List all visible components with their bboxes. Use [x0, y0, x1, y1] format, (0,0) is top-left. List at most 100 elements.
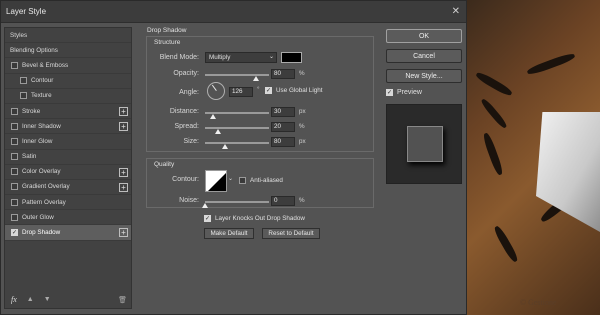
- contour-picker[interactable]: [205, 170, 227, 192]
- size-unit: px: [299, 138, 306, 145]
- style-item-drop-shadow[interactable]: ✓ Drop Shadow +: [5, 225, 131, 241]
- noise-label: Noise:: [179, 197, 199, 204]
- new-style-button[interactable]: New Style...: [386, 69, 462, 83]
- size-label: Size:: [183, 138, 199, 145]
- opacity-slider-thumb[interactable]: [253, 76, 260, 81]
- noise-slider-thumb[interactable]: [202, 203, 208, 208]
- style-item-gradient-overlay[interactable]: Gradient Overlay +: [5, 180, 131, 196]
- distance-slider-thumb[interactable]: [209, 114, 216, 119]
- style-item-color-overlay[interactable]: Color Overlay +: [5, 165, 131, 180]
- tiger-stripe: [526, 51, 576, 77]
- move-up-icon[interactable]: ▲: [27, 296, 34, 303]
- style-item-inner-glow[interactable]: Inner Glow: [5, 134, 131, 150]
- checkbox-unchecked-icon[interactable]: [11, 198, 18, 206]
- style-item-label: Drop Shadow: [22, 229, 61, 237]
- knockout-checkbox[interactable]: ✓ Layer Knocks Out Drop Shadow: [204, 215, 305, 222]
- shadow-color-swatch[interactable]: [281, 52, 302, 63]
- add-icon[interactable]: +: [119, 122, 128, 132]
- checkbox-unchecked-icon[interactable]: [11, 168, 18, 176]
- contour-label: Contour:: [172, 176, 199, 183]
- spread-slider-thumb[interactable]: [214, 129, 221, 134]
- add-icon[interactable]: +: [119, 167, 128, 177]
- opacity-input[interactable]: 80: [271, 69, 295, 79]
- noise-slider[interactable]: [205, 201, 269, 203]
- style-item-satin[interactable]: Satin: [5, 150, 131, 165]
- drop-shadow-settings: Drop Shadow Structure Blend Mode: Multip…: [146, 27, 374, 239]
- add-icon[interactable]: +: [119, 228, 128, 238]
- style-item-stroke[interactable]: Stroke +: [5, 104, 131, 120]
- chevron-down-icon: ⌄: [268, 54, 274, 60]
- style-item-contour[interactable]: Contour: [5, 74, 131, 89]
- style-item-blending-options[interactable]: Blending Options: [5, 43, 131, 59]
- noise-unit: %: [299, 197, 305, 204]
- canvas-background-photo: [466, 0, 600, 315]
- opacity-unit: %: [299, 70, 305, 77]
- styles-list-panel: Styles Blending Options Bevel & Emboss Cont…: [4, 27, 132, 309]
- angle-label: Angle:: [179, 89, 199, 96]
- angle-dial[interactable]: [207, 82, 225, 100]
- ok-button[interactable]: OK: [386, 29, 462, 43]
- knockout-label: Layer Knocks Out Drop Shadow: [215, 215, 305, 222]
- close-icon[interactable]: ✕: [452, 6, 460, 17]
- spread-label: Spread:: [174, 123, 199, 130]
- checkbox-unchecked-icon[interactable]: [11, 122, 18, 130]
- preview-label: Preview: [397, 89, 422, 96]
- preview-checkbox[interactable]: ✓ Preview: [386, 89, 462, 96]
- style-item-texture[interactable]: Texture: [5, 89, 131, 104]
- reset-to-default-button[interactable]: Reset to Default: [262, 228, 320, 239]
- size-slider[interactable]: [205, 142, 269, 144]
- style-item-label: Inner Shadow: [22, 122, 61, 130]
- watermark: © Gestione: [520, 298, 557, 307]
- angle-input[interactable]: 126: [229, 87, 253, 97]
- quality-group: Quality Contour: ⌄ Anti-aliased Noise: 0…: [146, 158, 374, 208]
- structure-title: Structure: [154, 39, 181, 46]
- checkbox-unchecked-icon[interactable]: [20, 77, 27, 85]
- cancel-button[interactable]: Cancel: [386, 49, 462, 63]
- checkbox-unchecked-icon[interactable]: [11, 153, 18, 161]
- chevron-down-icon[interactable]: ⌄: [228, 175, 233, 182]
- move-down-icon[interactable]: ▼: [44, 296, 51, 303]
- window-title: Layer Style: [6, 7, 47, 16]
- add-icon[interactable]: +: [119, 106, 128, 116]
- contour-curve-icon: [208, 173, 226, 191]
- style-item-label: Blending Options: [10, 46, 58, 54]
- anti-aliased-checkbox[interactable]: Anti-aliased: [239, 177, 283, 184]
- style-item-label: Texture: [31, 92, 52, 100]
- style-item-styles[interactable]: Styles: [5, 28, 131, 44]
- tiger-stripe: [492, 224, 520, 264]
- make-default-button[interactable]: Make Default: [204, 228, 254, 239]
- structure-group: Structure Blend Mode: Multiply ⌄ Opacity…: [146, 36, 374, 152]
- distance-input[interactable]: 30: [271, 107, 295, 117]
- blend-mode-select[interactable]: Multiply ⌄: [205, 52, 277, 63]
- spread-input[interactable]: 20: [271, 122, 295, 132]
- style-item-bevel-emboss[interactable]: Bevel & Emboss: [5, 58, 131, 74]
- size-input[interactable]: 80: [271, 137, 295, 147]
- style-item-pattern-overlay[interactable]: Pattern Overlay: [5, 195, 131, 211]
- style-item-label: Contour: [31, 77, 54, 85]
- trash-icon[interactable]: 🗑: [118, 296, 127, 304]
- size-slider-thumb[interactable]: [222, 144, 229, 149]
- checkbox-unchecked-icon[interactable]: [20, 92, 27, 100]
- checkbox-unchecked-icon[interactable]: [11, 213, 18, 221]
- checkbox-unchecked-icon[interactable]: [11, 107, 18, 115]
- checkbox-unchecked-icon[interactable]: [11, 61, 18, 69]
- use-global-light-checkbox[interactable]: ✓ Use Global Light: [265, 87, 323, 94]
- blend-mode-value: Multiply: [209, 54, 231, 61]
- add-icon[interactable]: +: [119, 182, 128, 192]
- styles-footer: fx ▲ ▼ 🗑: [11, 295, 127, 304]
- style-item-label: Stroke: [22, 107, 41, 115]
- angle-unit: °: [257, 86, 260, 93]
- style-item-inner-shadow[interactable]: Inner Shadow +: [5, 119, 131, 135]
- checkbox-unchecked-icon[interactable]: [11, 137, 18, 145]
- checkbox-checked-icon[interactable]: ✓: [11, 229, 18, 237]
- anti-aliased-label: Anti-aliased: [250, 177, 283, 184]
- noise-input[interactable]: 0: [271, 196, 295, 206]
- distance-unit: px: [299, 108, 306, 115]
- opacity-slider[interactable]: [205, 74, 269, 76]
- tiger-stripe: [481, 131, 505, 177]
- checkbox-unchecked-icon[interactable]: [11, 183, 18, 191]
- style-item-outer-glow[interactable]: Outer Glow: [5, 210, 131, 226]
- style-preview-thumbnail: [386, 104, 462, 184]
- fx-icon[interactable]: fx: [11, 295, 17, 304]
- spread-unit: %: [299, 123, 305, 130]
